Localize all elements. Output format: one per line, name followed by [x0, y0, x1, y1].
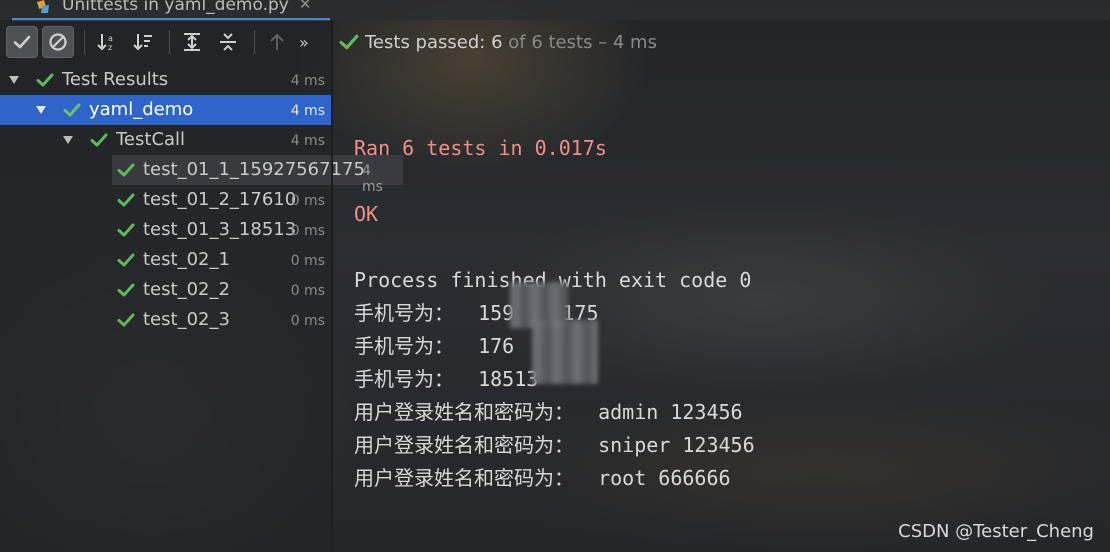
run-tab[interactable]: Unittests in yaml_demo.py ✕ — [12, 0, 330, 21]
collapse-all-button[interactable] — [212, 26, 244, 58]
passed-check-icon — [63, 103, 81, 117]
collapse-all-icon — [220, 33, 236, 51]
tree-label: Test Results — [62, 69, 169, 90]
show-ignored-button[interactable] — [42, 26, 74, 58]
console-output[interactable]: Ran 6 tests in 0.017s OK Process finishe… — [354, 0, 1094, 552]
duration-label: 0 ms — [290, 313, 325, 329]
expand-arrow-icon[interactable] — [8, 74, 20, 86]
python-test-icon — [37, 0, 49, 13]
watermark: CSDN @Tester_Cheng — [898, 521, 1094, 542]
passed-check-icon — [36, 73, 54, 87]
tree-row-test-results[interactable]: Test Results 4 ms — [0, 65, 331, 95]
arrow-up-icon — [270, 33, 284, 50]
user-value: admin 123456 — [598, 400, 743, 424]
passed-check-icon — [117, 193, 135, 207]
test-tree: Test Results 4 ms yaml_demo 4 ms TestCal… — [0, 65, 403, 335]
passed-check-icon — [117, 313, 135, 327]
tree-row-test[interactable]: test_02_2 0 ms — [0, 275, 331, 305]
previous-failed-test-button[interactable] — [261, 26, 293, 58]
toolbar-separator — [254, 30, 255, 54]
phone-label: 手机号为： — [354, 301, 454, 325]
toolbar-separator — [169, 30, 170, 54]
passed-check-icon — [117, 223, 135, 237]
toolbar-separator — [84, 30, 85, 54]
tree-row-yaml-demo[interactable]: yaml_demo 4 ms — [0, 95, 331, 125]
sort-alphabetically-button[interactable]: a z — [91, 26, 123, 58]
duration-label: 0 ms — [290, 253, 325, 269]
expand-arrow-icon[interactable] — [35, 104, 47, 116]
sort-duration-icon — [133, 34, 152, 51]
user-value: sniper 123456 — [598, 433, 755, 457]
tree-row-test[interactable]: test_01_2_17610 0 ms — [0, 185, 331, 215]
duration-label: 4 ms — [290, 133, 325, 149]
passed-check-icon — [117, 283, 135, 297]
phone-value: 18513 — [478, 367, 539, 391]
close-icon[interactable]: ✕ — [299, 0, 312, 13]
more-actions-icon[interactable]: » — [299, 33, 309, 52]
phone-value: 176 — [478, 334, 515, 358]
console-ok-line: OK — [354, 202, 379, 226]
tree-row-test[interactable]: test_01_3_18513 0 ms — [0, 215, 331, 245]
tree-row-test[interactable]: test_01_1_15927567175 4 ms — [0, 155, 403, 195]
svg-text:z: z — [108, 43, 112, 52]
tree-label: test_02_2 — [143, 279, 230, 300]
sort-by-duration-button[interactable] — [127, 26, 159, 58]
passed-check-icon — [117, 253, 135, 267]
duration-label: 4 ms — [290, 103, 325, 119]
ignored-icon — [49, 33, 67, 51]
expand-arrow-icon[interactable] — [62, 134, 74, 146]
test-runner-panel: a z » Test Results 4 ms yaml_demo 4 ms T… — [0, 20, 403, 552]
expand-all-icon — [184, 33, 200, 51]
console-ran-line: Ran 6 tests in 0.017s — [354, 136, 607, 160]
console-phone-line: 手机号为： 18513 — [354, 367, 538, 391]
console-user-line: 用户登录姓名和密码为： sniper 123456 — [354, 433, 755, 457]
panel-divider[interactable] — [331, 20, 333, 552]
passed-check-icon — [90, 133, 108, 147]
passed-check-icon — [117, 163, 135, 177]
duration-label: 4 ms — [290, 73, 325, 89]
tree-label: test_02_1 — [143, 249, 230, 270]
privacy-blur — [532, 320, 598, 384]
console-phone-line: 手机号为： 176 — [354, 334, 514, 358]
duration-label: 0 ms — [290, 223, 325, 239]
expand-all-button[interactable] — [176, 26, 208, 58]
tree-row-test[interactable]: test_02_1 0 ms — [0, 245, 331, 275]
duration-label: 0 ms — [290, 283, 325, 299]
run-tab-title: Unittests in yaml_demo.py — [62, 0, 289, 15]
test-runner-toolbar: a z » — [0, 20, 331, 64]
console-user-line: 用户登录姓名和密码为： admin 123456 — [354, 400, 743, 424]
sort-alpha-icon: a z — [97, 34, 113, 52]
tree-row-test[interactable]: test_02_3 0 ms — [0, 305, 331, 335]
tree-label: test_02_3 — [143, 309, 230, 330]
tree-label: test_01_2_17610 — [143, 189, 297, 210]
phone-value: 159 — [478, 301, 515, 325]
check-icon — [13, 35, 31, 49]
phone-label: 手机号为： — [354, 334, 454, 358]
user-label: 用户登录姓名和密码为： — [354, 466, 574, 490]
show-passed-button[interactable] — [6, 26, 38, 58]
tree-label: test_01_3_18513 — [143, 219, 297, 240]
user-label: 用户登录姓名和密码为： — [354, 433, 574, 457]
user-value: root 666666 — [598, 466, 731, 490]
tree-row-testcall[interactable]: TestCall 4 ms — [0, 125, 331, 155]
user-label: 用户登录姓名和密码为： — [354, 400, 574, 424]
phone-label: 手机号为： — [354, 367, 454, 391]
tree-label: yaml_demo — [89, 99, 194, 120]
duration-label: 0 ms — [290, 193, 325, 209]
console-user-line: 用户登录姓名和密码为： root 666666 — [354, 466, 731, 490]
svg-text:a: a — [108, 34, 113, 43]
tree-label: TestCall — [116, 129, 186, 150]
